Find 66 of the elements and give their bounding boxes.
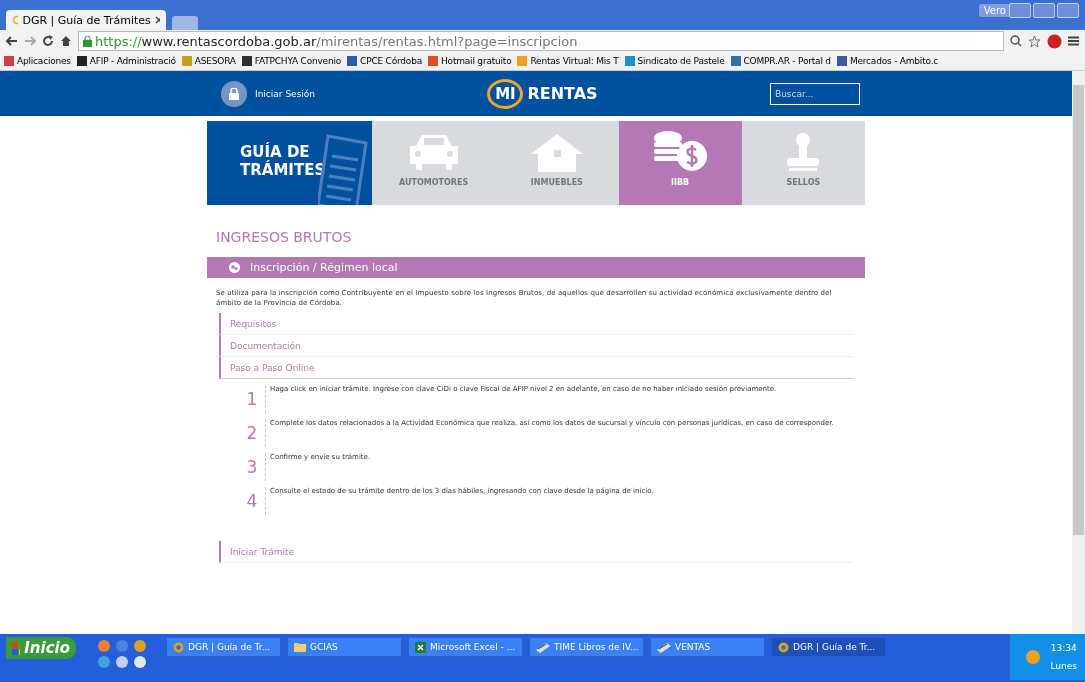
back-icon[interactable] [6, 36, 18, 46]
accordion-link[interactable]: Requisitos [219, 313, 853, 335]
bookmark[interactable]: AFIP - Administració [76, 56, 176, 66]
app-icon [657, 641, 671, 653]
taskbar-button[interactable]: DGR | Guía de Tr... [771, 637, 886, 657]
home-icon[interactable] [60, 35, 72, 47]
bookmark[interactable]: ASESORA [181, 56, 236, 66]
clock-time: 13:34 [1050, 643, 1077, 653]
folder-icon [294, 642, 306, 652]
spreadsheet-icon [415, 641, 426, 653]
lock-icon[interactable] [221, 80, 247, 107]
reload-icon[interactable] [42, 35, 54, 47]
browser-icon [778, 641, 789, 653]
adblock-icon[interactable] [1047, 33, 1062, 49]
browser-tab[interactable]: DGR | Guía de Trámites [6, 10, 166, 30]
forward-icon[interactable] [24, 36, 36, 46]
start-button[interactable]: Inicio [6, 637, 76, 659]
taskbar-button[interactable]: VENTAS [650, 637, 765, 657]
taskbar-button[interactable]: DGR | Guía de Tr... [166, 637, 281, 657]
bookmark[interactable]: Mercados - Ambito.c [836, 56, 939, 66]
section-title: INGRESOS BRUTOS [216, 229, 353, 245]
panel-title: Inscripción / Régimen local [250, 261, 398, 274]
quick-launch-icon[interactable] [134, 656, 146, 668]
loading-icon [12, 15, 19, 25]
taskbar-button[interactable]: GCIAS [287, 637, 402, 657]
quick-launch-icon[interactable] [116, 656, 128, 668]
start-link[interactable]: Iniciar Trámite [219, 541, 853, 563]
star-icon[interactable] [1028, 34, 1041, 48]
step-number: 1 [245, 388, 259, 411]
maximize-button[interactable] [1033, 3, 1055, 18]
close-button[interactable] [1057, 3, 1079, 18]
bookmark[interactable]: Hotmail gratuito [428, 56, 512, 66]
address-bar[interactable]: https://www.rentascordoba.gob.ar/mirentas/rentas.html?page=inscripcion [78, 31, 1004, 51]
minimize-button[interactable] [1009, 3, 1031, 18]
bookmark[interactable]: COMPR.AR - Portal d [730, 56, 831, 66]
bookmark[interactable]: Sindicato de Pastele [624, 56, 725, 66]
quick-launch-icon[interactable] [98, 656, 110, 668]
tag-icon [229, 262, 240, 273]
quick-launch-icon[interactable] [134, 640, 146, 652]
bookmark[interactable]: CPCE Córdoba [347, 56, 422, 66]
accordion-link[interactable]: Documentación [219, 335, 853, 357]
login-link[interactable]: Iniciar Sesión [255, 88, 316, 99]
taskbar-button[interactable]: TIME Libros de IV... [529, 637, 644, 657]
menu-icon[interactable] [1068, 36, 1079, 46]
browser-icon [173, 641, 184, 653]
taskbar-button[interactable]: Microsoft Excel - ... [408, 637, 523, 657]
app-icon [536, 641, 550, 653]
step-number: 2 [245, 422, 259, 445]
house-icon [529, 132, 584, 172]
search-field[interactable]: Buscar... [770, 82, 860, 105]
quick-launch-icon[interactable] [98, 640, 110, 652]
coins-icon [652, 130, 709, 172]
step-number: 4 [245, 490, 259, 513]
bookmark[interactable]: FATPCHYA Convenio [241, 56, 342, 66]
lock-icon [83, 35, 92, 47]
step-number: 3 [245, 456, 259, 479]
close-icon[interactable] [154, 16, 160, 24]
windows-logo-icon [12, 641, 21, 655]
guide-banner[interactable]: GUÍA DE TRÁMITES [207, 121, 372, 205]
bookmark[interactable]: Aplicaciones [4, 56, 71, 66]
zoom-icon[interactable] [1010, 35, 1022, 47]
logo[interactable]: MI RENTAS [487, 78, 598, 109]
accordion-link[interactable]: Paso a Paso Online [219, 357, 853, 379]
bookmark[interactable]: Rentas Virtual: Mis T [517, 56, 619, 66]
clock-day: Lunes [1050, 661, 1077, 671]
scrollbar[interactable] [1072, 71, 1085, 634]
